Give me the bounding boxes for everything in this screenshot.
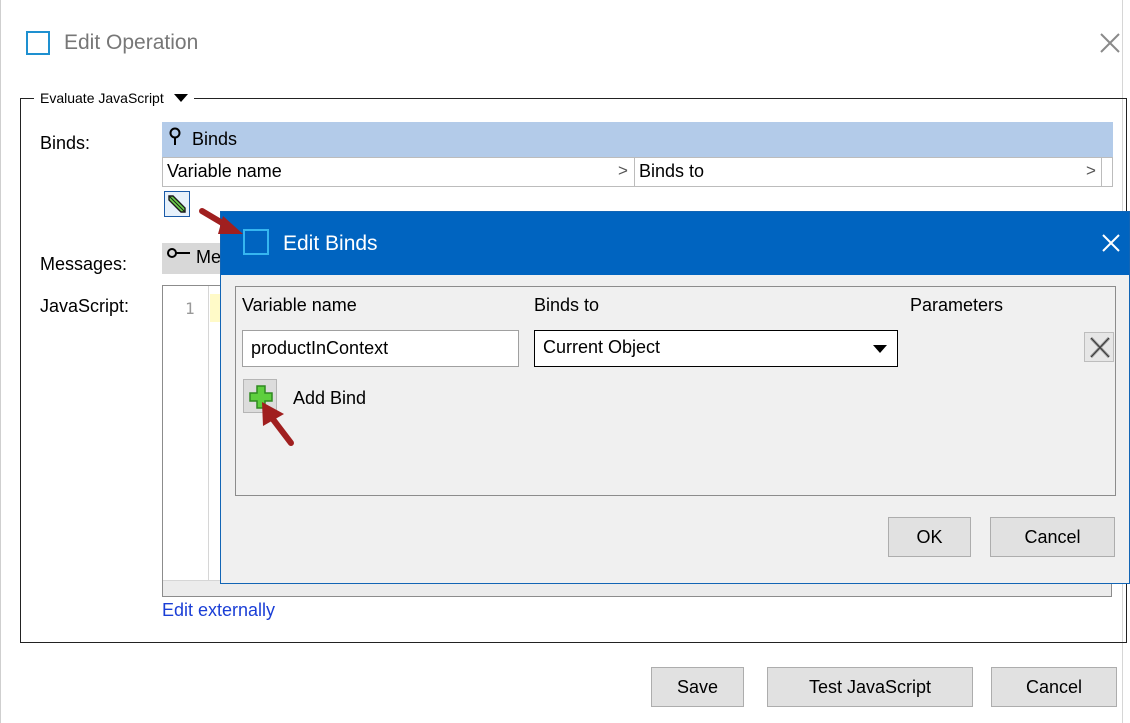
operation-type-selector[interactable]: Evaluate JavaScript bbox=[34, 90, 194, 106]
key-icon bbox=[166, 246, 192, 265]
cancel-button[interactable]: Cancel bbox=[991, 667, 1117, 707]
variable-name-header: Variable name bbox=[242, 295, 357, 315]
remove-bind-button[interactable] bbox=[1084, 332, 1114, 362]
column-divider bbox=[634, 158, 635, 186]
window-icon bbox=[243, 229, 269, 255]
binds-header-label: Binds bbox=[192, 129, 238, 149]
dropdown-caret-icon bbox=[873, 345, 887, 353]
column-binds-to[interactable]: Binds to bbox=[639, 161, 704, 182]
edit-pencil-icon bbox=[168, 195, 186, 213]
close-icon[interactable] bbox=[1093, 26, 1127, 60]
binds-label: Binds: bbox=[40, 133, 91, 153]
dialog-title: Edit Binds bbox=[283, 232, 378, 255]
dropdown-caret-icon bbox=[173, 94, 188, 102]
column-variable-name[interactable]: Variable name bbox=[167, 161, 282, 182]
chevron-right-icon[interactable]: > bbox=[1086, 161, 1096, 181]
edit-binds-button[interactable] bbox=[164, 191, 190, 217]
line-number: 1 bbox=[185, 299, 195, 318]
add-bind-label[interactable]: Add Bind bbox=[293, 388, 366, 409]
binds-to-header: Binds to bbox=[534, 295, 600, 315]
add-bind-button[interactable] bbox=[243, 379, 277, 413]
save-button[interactable]: Save bbox=[651, 667, 744, 707]
dialog-title: Edit Operation bbox=[64, 31, 199, 54]
messages-header-label: Me bbox=[196, 247, 222, 267]
operation-type-label: Evaluate JavaScript bbox=[40, 90, 164, 106]
pin-icon bbox=[168, 127, 182, 152]
messages-label: Messages: bbox=[40, 254, 128, 274]
cancel-button[interactable]: Cancel bbox=[990, 517, 1115, 557]
chevron-right-icon[interactable]: > bbox=[618, 161, 628, 181]
parameters-header: Parameters bbox=[910, 295, 1004, 315]
binds-to-select[interactable]: Current Object bbox=[534, 330, 898, 367]
plus-icon bbox=[249, 385, 273, 409]
binds-to-value: Current Object bbox=[543, 337, 661, 357]
variable-name-input[interactable] bbox=[242, 330, 519, 367]
binds-editor-panel: Variable name Binds to Parameters Curren… bbox=[235, 286, 1116, 496]
window-icon bbox=[26, 31, 50, 55]
dialog-titlebar[interactable]: Edit Binds bbox=[221, 212, 1129, 275]
javascript-label: JavaScript: bbox=[40, 296, 130, 316]
close-icon[interactable] bbox=[1098, 230, 1124, 256]
ok-button[interactable]: OK bbox=[888, 517, 971, 557]
binds-table-columns: Variable name > Binds to > bbox=[162, 157, 1113, 187]
remove-x-icon bbox=[1089, 336, 1111, 359]
binds-table-header[interactable]: Binds bbox=[162, 122, 1113, 157]
column-divider bbox=[1101, 158, 1102, 186]
line-number-gutter bbox=[163, 286, 209, 596]
window-edge bbox=[0, 0, 1, 723]
edit-externally-link[interactable]: Edit externally bbox=[162, 600, 275, 621]
test-javascript-button[interactable]: Test JavaScript bbox=[767, 667, 973, 707]
